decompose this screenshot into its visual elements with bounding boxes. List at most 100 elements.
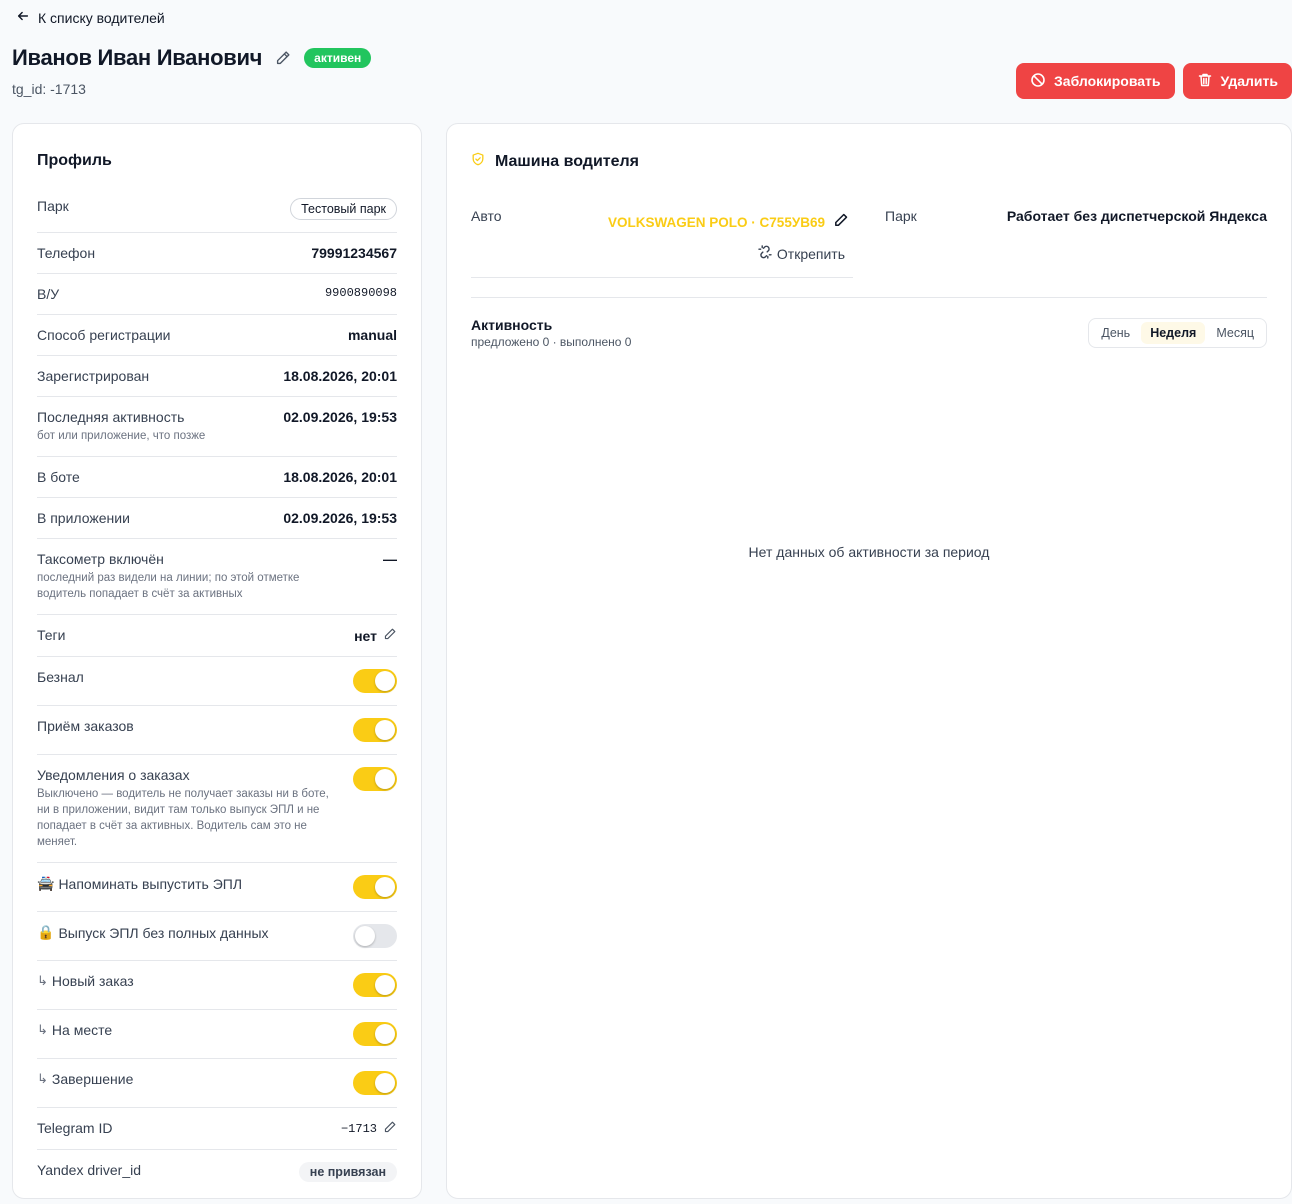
row-new-order: ↳ Новый заказ [37,961,397,1010]
reg-method-value: manual [347,327,397,343]
on-place-toggle[interactable] [353,1022,397,1046]
finish-toggle[interactable] [353,1071,397,1095]
yandex-id-badge: не привязан [298,1162,397,1182]
row-finish: ↳ Завершение [37,1059,397,1108]
new-order-toggle[interactable] [353,973,397,997]
remind-epl-label: Напоминать выпустить ЭПЛ [58,875,243,892]
edit-telegram-id-icon[interactable] [383,1120,397,1137]
row-reg-method: Способ регистрации manual [37,315,397,356]
telegram-id-value: −1713 [340,1121,377,1136]
car-card: Машина водителя Авто VOLKSWAGEN POLO · С… [446,123,1292,1199]
phone-value: 79991234567 [311,245,397,261]
in-bot-label: В боте [37,469,80,485]
new-order-label: Новый заказ [51,973,134,989]
order-notify-toggle[interactable] [353,767,397,791]
epl-no-data-label: Выпуск ЭПЛ без полных данных [58,924,269,941]
period-month-tab[interactable]: Месяц [1207,322,1263,344]
telegram-id-value-wrap: −1713 [341,1120,397,1137]
row-in-app: В приложении 02.09.2026, 19:53 [37,498,397,539]
finish-label-wrap: ↳ Завершение [37,1071,133,1087]
header-actions: Заблокировать Удалить [1016,63,1292,99]
on-place-label: На месте [51,1022,113,1038]
section-divider [471,297,1267,298]
delete-button[interactable]: Удалить [1182,63,1292,99]
block-button[interactable]: Заблокировать [1016,63,1175,99]
in-app-value: 02.09.2026, 19:53 [283,510,397,526]
row-phone: Телефон 79991234567 [37,233,397,274]
car-link[interactable]: VOLKSWAGEN POLO · С755УВ69 [608,215,825,230]
epl-no-data-label-wrap: 🔒 Выпуск ЭПЛ без полных данных [37,924,269,941]
profile-card: Профиль Парк Тестовый парк Телефон 79991… [12,123,422,1199]
row-telegram-id: Telegram ID −1713 [37,1108,397,1150]
row-last-activity: Последняя активность бот или приложение,… [37,397,397,457]
tags-value-wrap: нет [354,627,397,644]
row-remind-epl: 🚔 Напоминать выпустить ЭПЛ [37,863,397,912]
last-activity-value: 02.09.2026, 19:53 [283,409,397,425]
row-license: В/У 9900890098 [37,274,397,315]
license-value: 9900890098 [324,286,397,300]
row-in-bot: В боте 18.08.2026, 20:01 [37,457,397,498]
taximeter-hint: последний раз видели на линии; по этой о… [37,572,300,600]
edit-name-icon[interactable] [274,49,292,67]
back-link-label: К списку водителей [38,9,165,26]
row-taximeter: Таксометр включён последний раз видели н… [37,539,397,615]
period-week-tab[interactable]: Неделя [1141,322,1206,344]
tg-id-subtitle: tg_id: -1713 [12,81,86,97]
remind-epl-toggle[interactable] [353,875,397,899]
registered-value: 18.08.2026, 20:01 [283,368,397,384]
trash-icon [1197,72,1213,91]
auto-block: Авто VOLKSWAGEN POLO · С755УВ69 Открепит… [471,208,853,278]
sub-arrow-icon: ↳ [37,1071,48,1086]
profile-title: Профиль [37,152,112,169]
epl-no-data-toggle[interactable] [353,924,397,948]
car-title: Машина водителя [495,152,640,170]
edit-car-icon[interactable] [833,212,849,233]
order-notify-label-wrap: Уведомления о заказах Выключено — водите… [37,767,337,850]
status-badge: активен [304,48,372,68]
auto-label: Авто [471,208,502,224]
row-yandex-id: Yandex driver_id не привязан [37,1150,397,1194]
order-notify-hint: Выключено — водитель не получает заказы … [37,788,329,848]
cashless-toggle[interactable] [353,669,397,693]
edit-tags-icon[interactable] [383,627,397,644]
car-park-label: Парк [885,208,917,224]
on-place-label-wrap: ↳ На месте [37,1022,112,1038]
title-row: Иванов Иван Иванович активен [12,45,372,71]
row-tags: Теги нет [37,615,397,657]
page-title: Иванов Иван Иванович [12,45,263,70]
period-day-tab[interactable]: День [1092,322,1139,344]
registered-label: Зарегистрирован [37,368,150,384]
taximeter-label: Таксометр включён [37,551,164,567]
unpin-button[interactable]: Открепить [757,244,845,263]
unlink-icon [757,244,773,263]
sub-arrow-icon: ↳ [37,1022,48,1037]
row-order-notify: Уведомления о заказах Выключено — водите… [37,755,397,863]
license-label: В/У [37,286,60,302]
row-registered: Зарегистрирован 18.08.2026, 20:01 [37,356,397,397]
shield-icon [471,152,485,171]
yandex-id-label: Yandex driver_id [37,1162,142,1178]
order-accept-toggle[interactable] [353,718,397,742]
auto-value: VOLKSWAGEN POLO · С755УВ69 [608,212,849,233]
tags-label: Теги [37,627,66,643]
row-park: Парк Тестовый парк [37,198,397,233]
tags-value: нет [354,627,377,644]
taximeter-label-wrap: Таксометр включён последний раз видели н… [37,551,337,602]
period-switcher: День Неделя Месяц [1088,318,1267,348]
cashless-label: Безнал [37,669,84,685]
delete-button-label: Удалить [1220,73,1278,89]
back-to-list-link[interactable]: К списку водителей [16,9,165,26]
sub-arrow-icon: ↳ [37,973,48,988]
taximeter-value: — [383,551,397,567]
reg-method-label: Способ регистрации [37,327,171,343]
order-accept-label: Приём заказов [37,718,134,734]
car-park-value: Работает без диспетчерской Яндекса [1006,208,1267,224]
order-notify-label: Уведомления о заказах [37,767,190,783]
park-pill: Тестовый парк [290,198,397,220]
row-cashless: Безнал [37,657,397,706]
car-header: Машина водителя [471,152,1291,171]
activity-empty-message: Нет данных об активности за период [748,544,990,560]
park-label: Парк [37,198,69,214]
row-on-place: ↳ На месте [37,1010,397,1059]
lock-icon: 🔒 [37,924,55,940]
